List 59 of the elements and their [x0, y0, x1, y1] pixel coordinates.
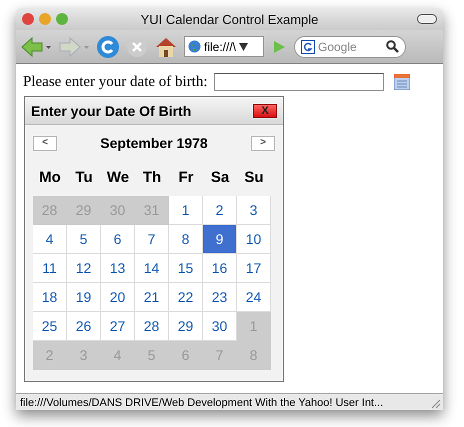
day-cell[interactable]: 29 — [169, 312, 203, 341]
address-field[interactable]: file:///\ — [184, 36, 264, 57]
day-cell[interactable]: 30 — [203, 312, 237, 341]
day-cell[interactable]: 4 — [33, 225, 67, 254]
day-cell[interactable]: 13 — [101, 254, 135, 283]
day-cell[interactable]: 16 — [203, 254, 237, 283]
day-cell[interactable]: 20 — [101, 283, 135, 312]
calendar-icon[interactable] — [394, 74, 410, 90]
day-cell[interactable]: 2 — [203, 196, 237, 225]
day-cell[interactable]: 15 — [169, 254, 203, 283]
day-cell[interactable]: 22 — [169, 283, 203, 312]
day-cell[interactable]: 19 — [67, 283, 101, 312]
resize-grip-icon[interactable] — [429, 396, 441, 408]
toolbar-toggle-button[interactable] — [417, 14, 437, 24]
month-title: September 1978 — [100, 135, 208, 151]
previous-month-button[interactable]: < — [33, 136, 57, 150]
day-cell[interactable]: 24 — [237, 283, 271, 312]
search-icon[interactable] — [386, 40, 399, 53]
day-cell[interactable]: 3 — [237, 196, 271, 225]
day-cell[interactable]: 7 — [135, 225, 169, 254]
day-cell[interactable]: 14 — [135, 254, 169, 283]
window-title: YUI Calendar Control Example — [140, 12, 318, 26]
weekday-label: Tu — [74, 168, 94, 188]
weekday-label: Sa — [210, 168, 230, 188]
day-cell[interactable]: 9 — [203, 225, 237, 254]
day-cell[interactable]: 11 — [33, 254, 67, 283]
back-arrow-icon[interactable] — [20, 36, 52, 58]
day-cell[interactable]: 25 — [33, 312, 67, 341]
search-engine-icon[interactable] — [301, 40, 315, 54]
close-button[interactable]: X — [253, 104, 277, 118]
weekday-label: We — [106, 168, 130, 188]
day-cell[interactable]: 26 — [67, 312, 101, 341]
date-of-birth-label: Please enter your date of birth: — [23, 74, 208, 90]
zoom-window-icon[interactable] — [56, 13, 68, 25]
close-window-icon[interactable] — [22, 13, 34, 25]
weekday-label: Th — [142, 168, 162, 188]
day-cell[interactable]: 8 — [169, 225, 203, 254]
weekday-label: Su — [243, 168, 265, 188]
day-cell[interactable]: 27 — [101, 312, 135, 341]
day-cell[interactable]: 1 — [169, 196, 203, 225]
day-cell[interactable]: 5 — [67, 225, 101, 254]
weekday-label: Mo — [38, 168, 62, 188]
dropdown-arrow-icon[interactable] — [239, 42, 248, 50]
next-month-button[interactable]: > — [251, 136, 275, 150]
day-cell[interactable]: 28 — [135, 312, 169, 341]
date-field[interactable] — [214, 73, 384, 91]
status-text: file:///Volumes/DANS DRIVE/Web Development With the Yahoo! User Int... — [20, 396, 384, 408]
day-cell[interactable]: 17 — [237, 254, 271, 283]
day-cell[interactable]: 6 — [101, 225, 135, 254]
day-cell[interactable]: 12 — [67, 254, 101, 283]
globe-icon — [188, 40, 201, 53]
day-cell[interactable]: 18 — [33, 283, 67, 312]
day-cell[interactable]: 23 — [203, 283, 237, 312]
day-cell[interactable]: 21 — [135, 283, 169, 312]
calendar-title: Enter your Date Of Birth — [31, 102, 192, 118]
reload-icon[interactable] — [96, 34, 120, 58]
weekday-label: Fr — [178, 168, 194, 188]
day-cell[interactable]: 10 — [237, 225, 271, 254]
search-field[interactable]: Google — [294, 36, 406, 58]
